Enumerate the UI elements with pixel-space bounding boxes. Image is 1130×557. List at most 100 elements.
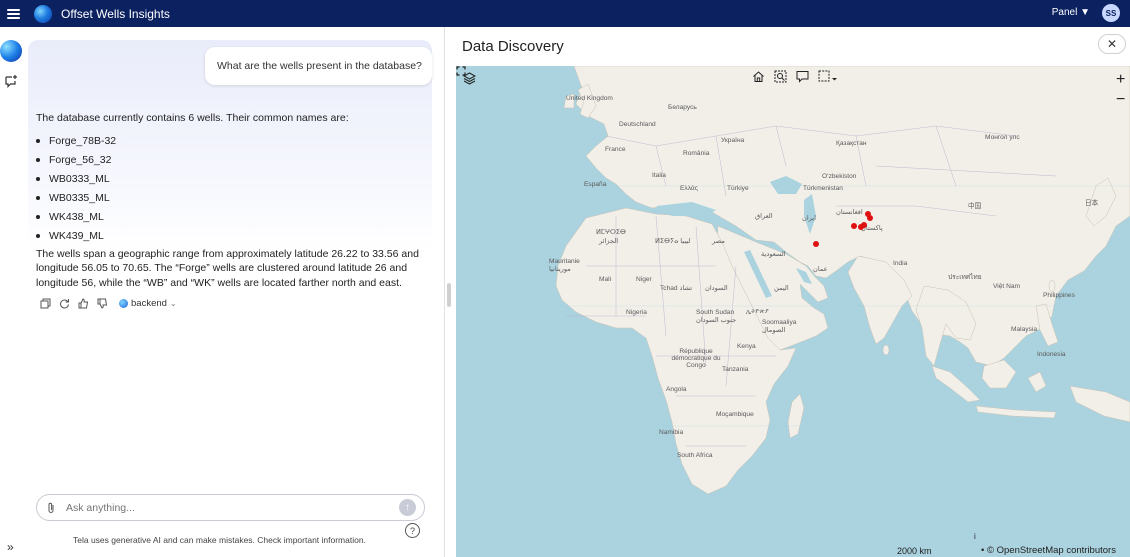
- map-label: الجزائر: [599, 238, 619, 245]
- list-item: Forge_78B-32: [36, 132, 428, 151]
- map-label: Malaysia: [1011, 326, 1038, 333]
- map-label: O‘zbekiston: [822, 173, 857, 180]
- map-label: Монгол улс: [985, 134, 1020, 141]
- map-label: République démocratique du Congo: [671, 348, 721, 369]
- answer-intro: The database currently contains 6 wells.…: [36, 112, 349, 124]
- map-label: South Sudan جنوب السودان: [696, 309, 737, 324]
- well-marker[interactable]: [813, 241, 819, 247]
- list-item: WB0335_ML: [36, 189, 428, 208]
- copy-icon[interactable]: [40, 298, 51, 309]
- message-actions: backend ⌄: [40, 298, 177, 309]
- map-label: العراق: [755, 213, 773, 220]
- map-label: Moçambique: [716, 411, 754, 418]
- map-basemap: [456, 66, 1130, 495]
- map-label: Namibia: [659, 429, 684, 436]
- regenerate-icon[interactable]: [59, 298, 70, 309]
- map-label: Kenya: [737, 343, 756, 350]
- map-attribution: • © OpenStreetMap contributors: [981, 545, 1116, 556]
- backend-label: backend: [131, 298, 167, 309]
- map-label: Soomaaliya الصومال: [762, 319, 797, 334]
- map-label: ኢትዮጵያ: [746, 308, 769, 315]
- assistant-message: The database currently contains 6 wells.…: [36, 111, 428, 290]
- map-label: France: [605, 146, 626, 153]
- map-label: Tanzania: [722, 366, 749, 373]
- map-label: Tchad تشاد: [660, 285, 693, 292]
- map-label: اليمن: [774, 285, 789, 292]
- map-label: ایران: [802, 215, 816, 222]
- top-bar: Offset Wells Insights Panel ▼ SS: [0, 0, 1130, 27]
- map-label: Việt Nam: [993, 283, 1020, 290]
- thumbs-up-icon[interactable]: [78, 298, 89, 309]
- panel-menu[interactable]: Panel ▼: [1052, 7, 1090, 18]
- answer-summary: The wells span a geographic range from a…: [36, 247, 419, 289]
- map-label: Angola: [666, 386, 687, 393]
- backend-selector[interactable]: backend ⌄: [119, 298, 177, 309]
- map-label: 日本: [1085, 200, 1099, 207]
- map-label: United Kingdom: [566, 95, 613, 102]
- panel-title: Data Discovery: [462, 38, 564, 55]
- map-label: Philippines: [1043, 292, 1075, 299]
- send-button[interactable]: ↑: [399, 499, 416, 516]
- map-label: مصر: [712, 238, 725, 245]
- zoom-out-button[interactable]: −: [1116, 92, 1125, 108]
- attach-icon[interactable]: [46, 502, 56, 514]
- map-label: Mali: [599, 276, 612, 283]
- user-message: What are the wells present in the databa…: [205, 47, 432, 85]
- help-button[interactable]: ?: [405, 523, 420, 538]
- new-chat-icon[interactable]: [4, 74, 18, 88]
- map-label: España: [584, 181, 607, 188]
- zoom-to-extent-icon[interactable]: [774, 70, 787, 83]
- map-label: افغانستان: [836, 209, 863, 216]
- map-label: Беларусь: [668, 104, 697, 111]
- map-label: Nigeria: [626, 309, 647, 316]
- expand-sidebar-icon[interactable]: »: [7, 540, 14, 554]
- map-label: السعودية: [761, 251, 786, 258]
- map-label: ⵍⵎⵖⵔⵉⴱ: [596, 229, 626, 236]
- map-label: السودان: [705, 285, 728, 292]
- avatar[interactable]: SS: [1102, 4, 1120, 22]
- map-label: Niger: [636, 276, 652, 283]
- map-label: India: [893, 260, 908, 267]
- close-button[interactable]: ✕: [1098, 34, 1126, 54]
- thumbs-down-icon[interactable]: [97, 298, 108, 309]
- map-label: România: [683, 150, 710, 157]
- backend-logo: [119, 299, 128, 308]
- comment-icon[interactable]: [796, 70, 809, 83]
- map-label: Italia: [652, 172, 666, 179]
- list-item: WK439_ML: [36, 227, 428, 246]
- info-icon[interactable]: i: [974, 532, 976, 541]
- map-label: Україна: [721, 137, 745, 144]
- well-marker[interactable]: [867, 215, 873, 221]
- list-item: Forge_56_32: [36, 151, 428, 170]
- home-icon[interactable]: [752, 70, 765, 83]
- resize-handle[interactable]: [447, 283, 451, 307]
- disclaimer: Tela uses generative AI and can make mis…: [73, 535, 366, 545]
- map-label: Қазақстан: [836, 140, 867, 147]
- well-marker[interactable]: [861, 222, 867, 228]
- map-label: ประเทศไทย: [948, 274, 982, 281]
- chat-input-box: ↑: [36, 494, 425, 521]
- scale-bar: 2000 km: [897, 546, 932, 556]
- zoom-in-button[interactable]: +: [1116, 72, 1125, 88]
- assistant-logo: [0, 40, 22, 62]
- map-label: South Africa: [677, 452, 713, 459]
- fullscreen-icon[interactable]: [456, 66, 466, 76]
- map-label: Türkmenistan: [803, 185, 843, 192]
- map-label: Ελλάς: [680, 185, 698, 192]
- app-logo: [34, 4, 52, 23]
- menu-icon[interactable]: [7, 8, 20, 19]
- select-tool-icon[interactable]: [818, 70, 838, 83]
- map-label: Deutschland: [619, 121, 656, 128]
- well-marker[interactable]: [851, 223, 857, 229]
- map-label: Indonesia: [1037, 351, 1066, 358]
- map-label: ⵍⵉⴱⵢⴰ ليبيا: [655, 238, 691, 245]
- user-message-text: What are the wells present in the databa…: [217, 60, 422, 72]
- map-label: عمان: [813, 266, 828, 273]
- list-item: WK438_ML: [36, 208, 428, 227]
- map[interactable]: United Kingdom Беларусь Deutschland Укра…: [456, 66, 1130, 557]
- map-label: 中国: [968, 203, 982, 210]
- app-title: Offset Wells Insights: [61, 6, 170, 21]
- chat-input[interactable]: [66, 501, 386, 514]
- list-item: WB0333_ML: [36, 170, 428, 189]
- panel-divider: [444, 27, 445, 557]
